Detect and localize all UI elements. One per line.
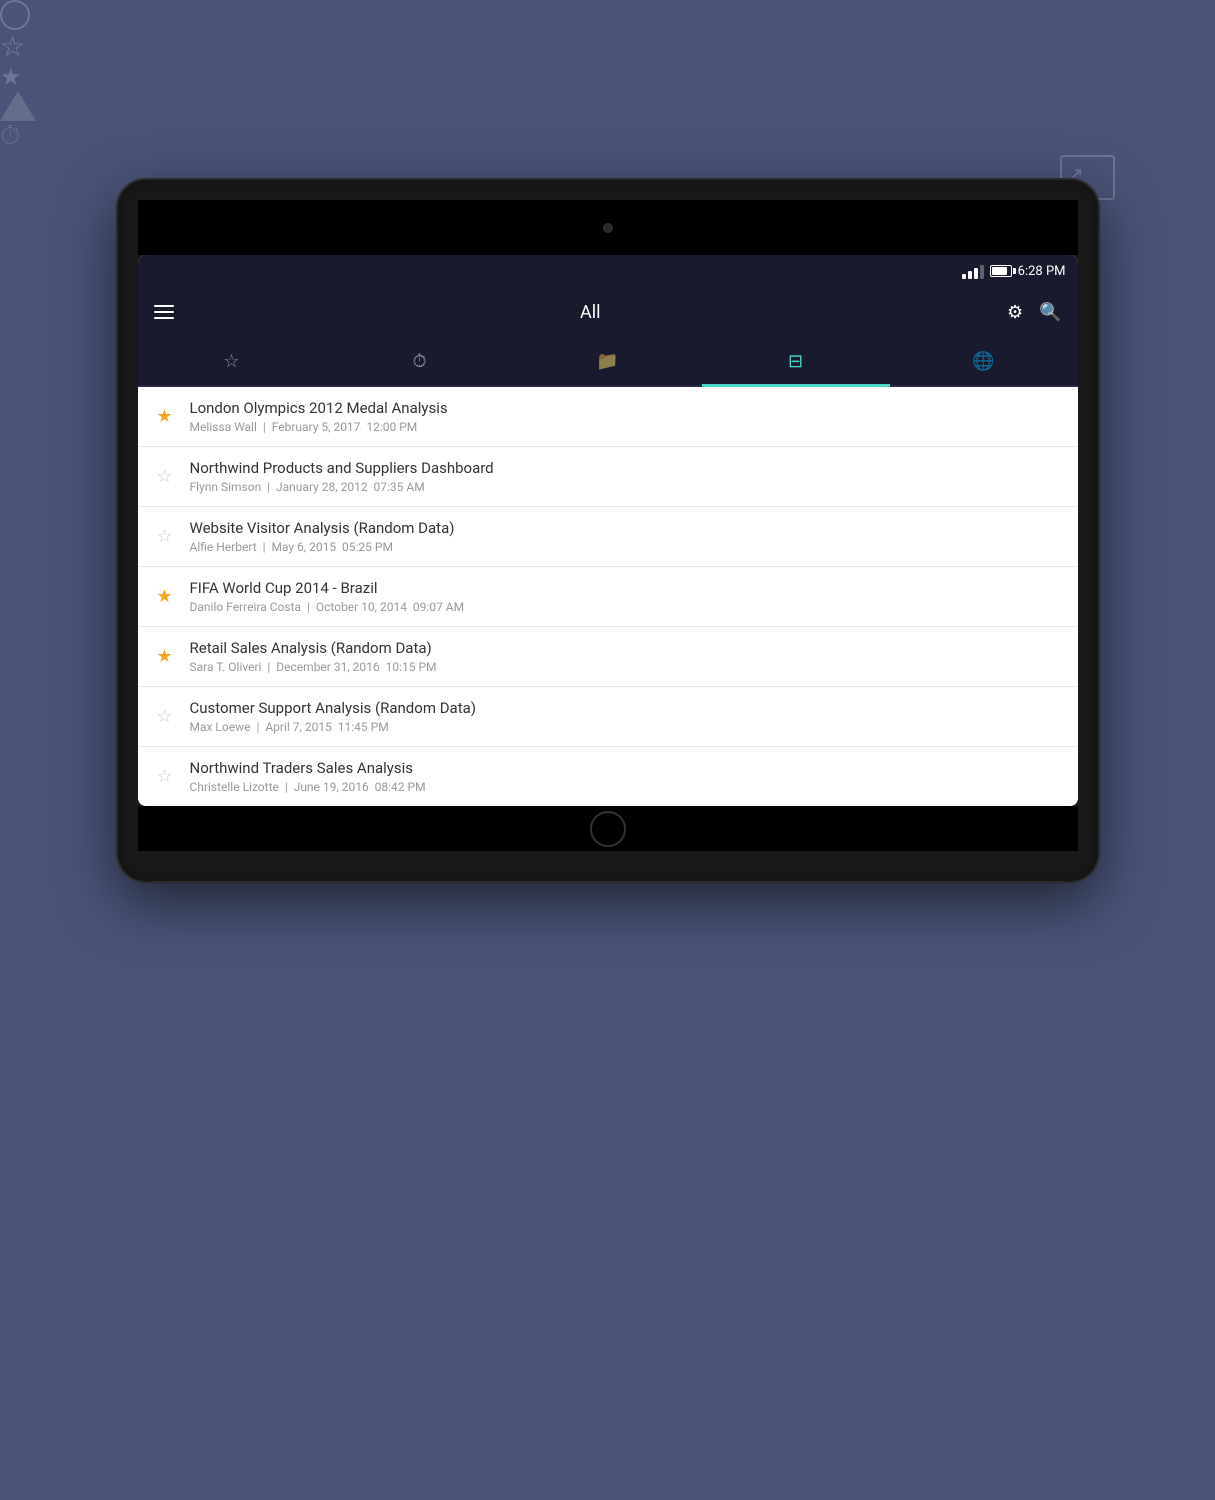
tab-bar: ☆ ⏱ 📁 ⊟ 🌐 <box>138 337 1078 387</box>
item-star-4[interactable]: ★ <box>154 586 176 607</box>
status-bar: 6:28 PM <box>138 255 1078 287</box>
signal-icon <box>962 263 984 279</box>
item-star-5[interactable]: ★ <box>154 646 176 667</box>
menu-button[interactable] <box>154 305 174 319</box>
home-button[interactable] <box>590 811 626 847</box>
list-item[interactable]: ☆ Customer Support Analysis (Random Data… <box>138 687 1078 747</box>
tablet-outer-shell: 6:28 PM All ⚙ 🔍 ☆ <box>118 180 1098 881</box>
item-meta-5: Sara T. Oliveri | December 31, 2016 10:1… <box>190 660 1062 674</box>
tablet-top-bar <box>138 200 1078 255</box>
item-star-7[interactable]: ☆ <box>154 766 176 787</box>
item-content-2: Northwind Products and Suppliers Dashboa… <box>190 459 1062 494</box>
tab-globe[interactable]: 🌐 <box>890 339 1078 387</box>
menu-line-2 <box>154 311 174 313</box>
item-meta-6: Max Loewe | April 7, 2015 11:45 PM <box>190 720 1062 734</box>
app-topbar: All ⚙ 🔍 <box>138 287 1078 337</box>
item-content-7: Northwind Traders Sales Analysis Christe… <box>190 759 1062 794</box>
item-title-3: Website Visitor Analysis (Random Data) <box>190 519 1062 537</box>
item-star-6[interactable]: ☆ <box>154 706 176 727</box>
item-star-3[interactable]: ☆ <box>154 526 176 547</box>
item-title-7: Northwind Traders Sales Analysis <box>190 759 1062 777</box>
signal-bar-2 <box>968 271 972 279</box>
topbar-title: All <box>580 302 601 323</box>
list-tab-icon: ⊟ <box>788 351 803 372</box>
tab-files[interactable]: 📁 <box>514 339 702 387</box>
item-meta-4: Danilo Ferreira Costa | October 10, 2014… <box>190 600 1062 614</box>
item-title-6: Customer Support Analysis (Random Data) <box>190 699 1062 717</box>
search-icon[interactable]: 🔍 <box>1039 302 1061 323</box>
item-meta-1: Melissa Wall | February 5, 2017 12:00 PM <box>190 420 1062 434</box>
bg-star-top-decoration: ☆ <box>0 30 1215 63</box>
list-item[interactable]: ☆ Northwind Products and Suppliers Dashb… <box>138 447 1078 507</box>
item-star-1[interactable]: ★ <box>154 406 176 427</box>
bg-star-left-decoration: ★ <box>0 63 1215 91</box>
tablet-camera <box>603 223 613 233</box>
list-item[interactable]: ★ FIFA World Cup 2014 - Brazil Danilo Fe… <box>138 567 1078 627</box>
signal-bar-3 <box>974 268 978 279</box>
list-item[interactable]: ★ London Olympics 2012 Medal Analysis Me… <box>138 387 1078 447</box>
item-title-2: Northwind Products and Suppliers Dashboa… <box>190 459 1062 477</box>
item-content-4: FIFA World Cup 2014 - Brazil Danilo Ferr… <box>190 579 1062 614</box>
item-title-4: FIFA World Cup 2014 - Brazil <box>190 579 1062 597</box>
bg-triangle-decoration <box>0 91 36 121</box>
item-content-6: Customer Support Analysis (Random Data) … <box>190 699 1062 734</box>
battery-icon <box>990 265 1012 277</box>
list-item[interactable]: ☆ Northwind Traders Sales Analysis Chris… <box>138 747 1078 806</box>
bg-clock-decoration: ⏱ <box>0 121 1215 152</box>
menu-line-3 <box>154 317 174 319</box>
status-time: 6:28 PM <box>1018 264 1066 279</box>
tab-favorites[interactable]: ☆ <box>138 339 326 387</box>
item-content-5: Retail Sales Analysis (Random Data) Sara… <box>190 639 1062 674</box>
item-meta-7: Christelle Lizotte | June 19, 2016 08:42… <box>190 780 1062 794</box>
tab-list[interactable]: ⊟ <box>702 339 890 387</box>
item-content-3: Website Visitor Analysis (Random Data) A… <box>190 519 1062 554</box>
tablet-bottom-bar <box>138 806 1078 851</box>
tablet-device: 6:28 PM All ⚙ 🔍 ☆ <box>118 180 1098 881</box>
item-meta-3: Alfie Herbert | May 6, 2015 05:25 PM <box>190 540 1062 554</box>
bg-circle-decoration <box>0 0 30 30</box>
content-list: ★ London Olympics 2012 Medal Analysis Me… <box>138 387 1078 806</box>
battery-fill <box>992 267 1007 275</box>
signal-bar-4 <box>980 265 984 279</box>
files-tab-icon: 📁 <box>596 351 618 372</box>
recent-tab-icon: ⏱ <box>412 351 426 372</box>
list-item[interactable]: ★ Retail Sales Analysis (Random Data) Sa… <box>138 627 1078 687</box>
signal-bar-1 <box>962 274 966 279</box>
filter-icon[interactable]: ⚙ <box>1007 302 1023 323</box>
item-title-5: Retail Sales Analysis (Random Data) <box>190 639 1062 657</box>
list-item[interactable]: ☆ Website Visitor Analysis (Random Data)… <box>138 507 1078 567</box>
globe-tab-icon: 🌐 <box>972 351 994 372</box>
topbar-icons: ⚙ 🔍 <box>1007 302 1062 323</box>
item-meta-2: Flynn Simson | January 28, 2012 07:35 AM <box>190 480 1062 494</box>
favorites-tab-icon: ☆ <box>223 351 239 372</box>
item-content-1: London Olympics 2012 Medal Analysis Meli… <box>190 399 1062 434</box>
tab-recent[interactable]: ⏱ <box>326 339 514 387</box>
item-title-1: London Olympics 2012 Medal Analysis <box>190 399 1062 417</box>
tablet-screen: 6:28 PM All ⚙ 🔍 ☆ <box>138 255 1078 806</box>
menu-line-1 <box>154 305 174 307</box>
item-star-2[interactable]: ☆ <box>154 466 176 487</box>
